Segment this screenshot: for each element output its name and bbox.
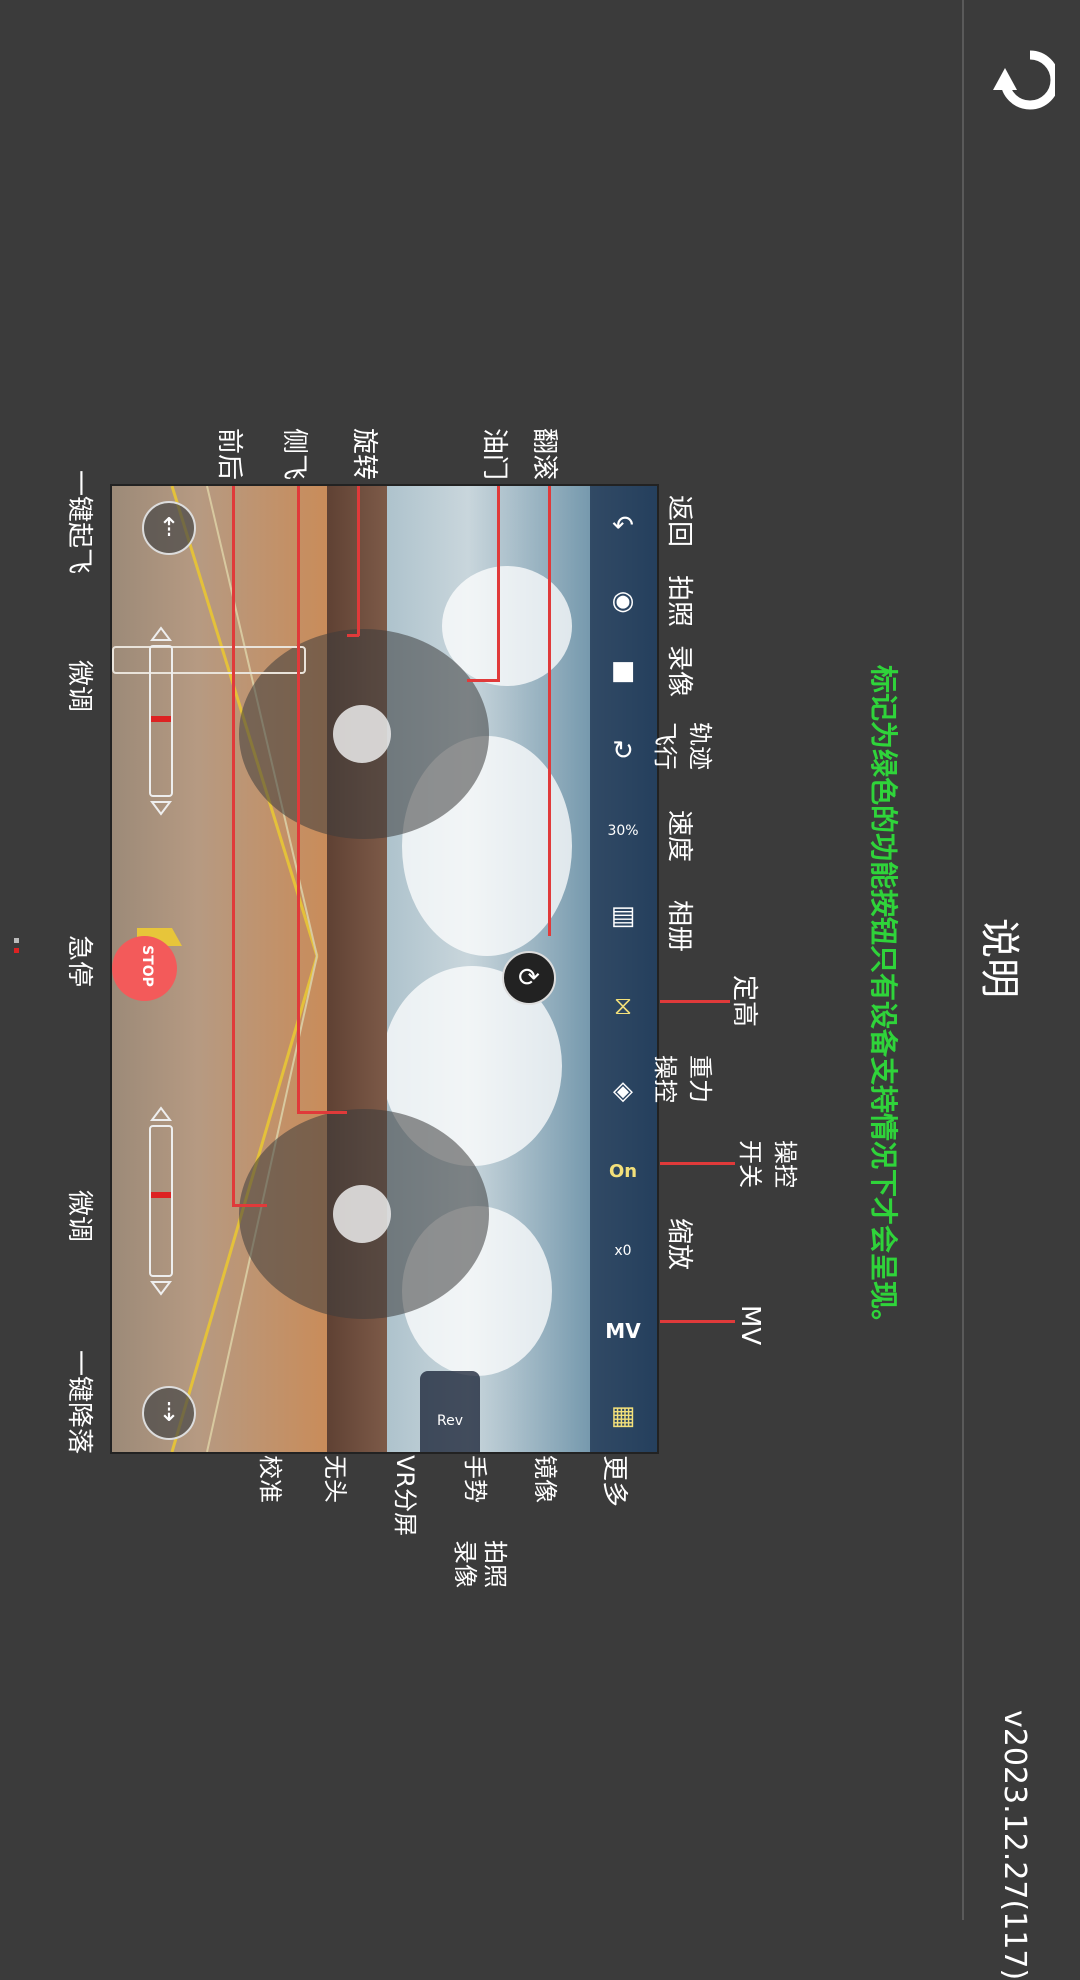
label-headless: 无头 xyxy=(321,1455,349,1503)
feature-notice: 标记为绿色的功能按钮只有设备支持情况下才会呈现。 xyxy=(867,665,900,1338)
zoom-icon[interactable]: x0 xyxy=(603,1231,643,1271)
back-arrow-icon[interactable] xyxy=(985,40,1060,120)
callout-line-side-h xyxy=(297,1111,347,1114)
label-roll: 翻滚 xyxy=(529,428,559,481)
label-gravity: 重力操控 xyxy=(651,1055,714,1103)
page-indicator-dot xyxy=(14,948,19,953)
callout-line-rotate xyxy=(357,486,360,636)
secondary-toolbar: Rev ✌ ◫ ✳ ⊕ xyxy=(420,1371,480,1452)
camera-icon[interactable]: ◉ xyxy=(603,581,643,621)
label-trim-left: 微调 xyxy=(64,660,94,713)
callout-line-mv xyxy=(660,1320,735,1323)
trim-slider-right[interactable] xyxy=(142,1106,182,1296)
altitude-hold-icon[interactable]: ⧖ xyxy=(603,986,643,1026)
rev-icon[interactable]: Rev xyxy=(430,1401,470,1441)
callout-line-forward-h xyxy=(232,1204,267,1207)
left-joystick-knob[interactable] xyxy=(333,705,391,763)
callout-line-rotate-h xyxy=(347,634,359,637)
album-icon[interactable]: ▤ xyxy=(603,896,643,936)
callout-line-altitude xyxy=(660,1000,730,1003)
label-control-switch: 操控开关 xyxy=(736,1140,799,1188)
page-title: 说明 xyxy=(976,918,1022,998)
label-back: 返回 xyxy=(664,495,694,548)
control-switch-icon[interactable]: On xyxy=(603,1151,643,1191)
label-gesture-record: 录像 xyxy=(451,1540,479,1588)
callout-line-roll xyxy=(548,486,551,936)
mv-icon[interactable]: MV xyxy=(603,1311,643,1351)
right-joystick[interactable] xyxy=(239,1109,489,1319)
version-label: v2023.12.27(117) xyxy=(997,1710,1032,1980)
label-trim-right: 微调 xyxy=(64,1190,94,1243)
trim-slider-left[interactable] xyxy=(142,626,182,816)
label-forward-back: 前后 xyxy=(214,428,244,481)
more-grid-icon[interactable]: ▦ xyxy=(603,1396,643,1436)
label-takeoff: 一键起飞 xyxy=(64,470,94,575)
label-mirror: 镜像 xyxy=(531,1455,559,1503)
emergency-stop-button[interactable]: STOP xyxy=(112,936,177,1001)
label-speed: 速度 xyxy=(664,810,694,863)
label-gesture: 手势 xyxy=(461,1455,489,1503)
gravity-icon[interactable]: ◈ xyxy=(603,1071,643,1111)
landing-icon[interactable]: ⇣ xyxy=(142,1386,196,1440)
label-side-fly: 侧飞 xyxy=(279,428,309,481)
label-gesture-photo: 拍照 xyxy=(481,1540,509,1588)
label-photo: 拍照 xyxy=(664,575,694,628)
back-icon[interactable]: ↶ xyxy=(603,506,643,546)
callout-line-throttle xyxy=(497,486,500,681)
video-camera-icon[interactable]: ■ xyxy=(603,651,643,691)
label-more: 更多 xyxy=(599,1455,629,1508)
page-indicator-dot xyxy=(14,938,19,943)
speed-icon[interactable]: 30% xyxy=(603,811,643,851)
label-record: 录像 xyxy=(664,645,694,698)
label-vr-split: VR分屏 xyxy=(391,1455,419,1537)
label-throttle: 油门 xyxy=(479,428,509,481)
callout-line-throttle-h xyxy=(467,679,500,682)
takeoff-icon[interactable]: ⇡ xyxy=(142,501,196,555)
label-zoom: 缩放 xyxy=(664,1218,694,1271)
stop-label: STOP xyxy=(138,945,155,987)
trajectory-icon[interactable]: ↻ xyxy=(603,731,643,771)
right-joystick-knob[interactable] xyxy=(333,1185,391,1243)
callout-line-control xyxy=(660,1162,735,1165)
label-album: 相册 xyxy=(664,900,694,953)
callout-line-forward xyxy=(232,486,235,1206)
label-mv: MV xyxy=(735,1305,765,1346)
label-trajectory: 轨迹飞行 xyxy=(651,722,714,770)
label-altitude: 定高 xyxy=(729,975,759,1028)
main-toolbar: ↶ ◉ ■ ↻ 30% ▤ ⧖ ◈ On x0 MV ▦ xyxy=(590,486,657,1452)
label-emergency-stop: 急停 xyxy=(64,935,94,988)
label-landing: 一键降落 xyxy=(64,1350,94,1455)
label-calibrate: 校准 xyxy=(256,1455,284,1503)
label-rotate: 旋转 xyxy=(349,428,379,481)
control-screen-preview: ⇡ ⇣ STOP ⟳ ↶ ◉ ■ ↻ 30% ▤ ⧖ ◈ On x0 MV ▦ … xyxy=(110,484,659,1454)
callout-line-side xyxy=(297,486,300,1113)
roll-icon[interactable]: ⟳ xyxy=(502,951,556,1005)
